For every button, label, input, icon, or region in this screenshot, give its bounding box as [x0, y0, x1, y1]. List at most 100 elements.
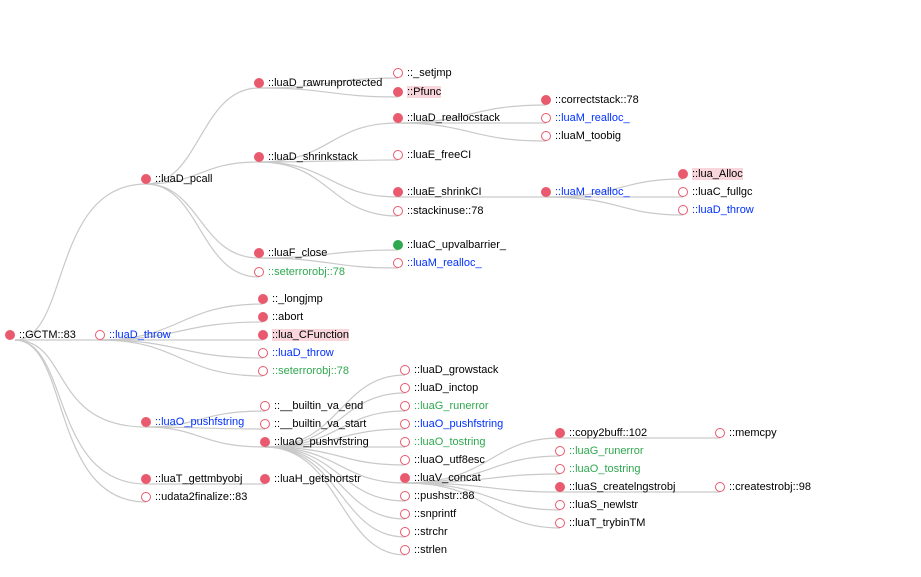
- tree-node[interactable]: ::luaD_throw: [95, 329, 171, 341]
- tree-node[interactable]: ::luaC_fullgc: [678, 186, 753, 198]
- node-label: ::lua_CFunction: [272, 329, 349, 341]
- node-label: ::_longjmp: [272, 293, 323, 305]
- node-label: ::luaH_getshortstr: [274, 473, 361, 485]
- node-dot: [393, 187, 403, 197]
- tree-node[interactable]: ::luaT_gettmbyobj: [141, 473, 242, 485]
- tree-node[interactable]: ::luaD_rawrunprotected: [254, 77, 382, 89]
- node-label: ::luaD_reallocstack: [407, 112, 500, 124]
- tree-node[interactable]: ::luaD_shrinkstack: [254, 151, 358, 163]
- tree-node[interactable]: ::_longjmp: [258, 293, 323, 305]
- tree-node[interactable]: ::seterrorobj::78: [258, 365, 349, 377]
- tree-node[interactable]: ::luaE_freeCI: [393, 149, 471, 161]
- tree-node[interactable]: ::luaM_realloc_: [541, 112, 630, 124]
- node-dot: [400, 419, 410, 429]
- node-dot: [393, 68, 403, 78]
- node-label: ::luaC_fullgc: [692, 186, 753, 198]
- tree-node[interactable]: ::luaG_runerror: [400, 400, 489, 412]
- tree-node[interactable]: ::luaO_utf8esc: [400, 454, 485, 466]
- node-label: ::strchr: [414, 526, 448, 538]
- node-label: ::copy2buff::102: [569, 427, 647, 439]
- tree-node[interactable]: ::pushstr::88: [400, 490, 475, 502]
- tree-node[interactable]: ::luaO_pushfstring: [141, 416, 244, 428]
- tree-node[interactable]: ::luaO_pushfstring: [400, 418, 503, 430]
- tree-node[interactable]: ::luaO_tostring: [555, 463, 641, 475]
- node-label: ::correctstack::78: [555, 94, 639, 106]
- tree-node[interactable]: ::GCTM::83: [5, 329, 76, 341]
- tree-node[interactable]: ::createstrobj::98: [715, 481, 811, 493]
- node-label: ::GCTM::83: [19, 329, 76, 341]
- tree-node[interactable]: ::luaD_inctop: [400, 382, 478, 394]
- tree-node[interactable]: ::luaE_shrinkCI: [393, 186, 482, 198]
- node-dot: [260, 437, 270, 447]
- tree-node[interactable]: ::luaD_growstack: [400, 364, 498, 376]
- tree-node[interactable]: ::seterrorobj::78: [254, 266, 345, 278]
- tree-node[interactable]: ::snprintf: [400, 508, 456, 520]
- node-label: ::luaO_tostring: [569, 463, 641, 475]
- tree-node[interactable]: ::luaS_createlngstrobj: [555, 481, 675, 493]
- tree-node[interactable]: ::strchr: [400, 526, 448, 538]
- tree-node[interactable]: ::luaD_throw: [258, 347, 334, 359]
- tree-node[interactable]: ::luaD_pcall: [141, 173, 212, 185]
- node-label: ::__builtin_va_end: [274, 400, 363, 412]
- tree-node[interactable]: ::__builtin_va_end: [260, 400, 363, 412]
- tree-node[interactable]: ::abort: [258, 311, 303, 323]
- tree-node[interactable]: ::Pfunc: [393, 86, 441, 98]
- node-dot: [555, 518, 565, 528]
- node-label: ::luaS_createlngstrobj: [569, 481, 675, 493]
- tree-node[interactable]: ::luaD_throw: [678, 204, 754, 216]
- tree-node[interactable]: ::udata2finalize::83: [141, 491, 247, 503]
- tree-node[interactable]: ::lua_CFunction: [258, 329, 349, 341]
- node-label: ::udata2finalize::83: [155, 491, 247, 503]
- node-label: ::createstrobj::98: [729, 481, 811, 493]
- tree-node[interactable]: ::luaM_realloc_: [541, 186, 630, 198]
- tree-node[interactable]: ::__builtin_va_start: [260, 418, 366, 430]
- tree-node[interactable]: ::copy2buff::102: [555, 427, 647, 439]
- node-label: ::luaM_realloc_: [407, 257, 482, 269]
- node-dot: [393, 240, 403, 250]
- node-dot: [254, 267, 264, 277]
- tree-node[interactable]: ::luaS_newlstr: [555, 499, 638, 511]
- node-dot: [541, 95, 551, 105]
- node-dot: [555, 446, 565, 456]
- tree-node[interactable]: ::stackinuse::78: [393, 205, 483, 217]
- node-dot: [254, 152, 264, 162]
- node-dot: [400, 509, 410, 519]
- tree-node[interactable]: ::_setjmp: [393, 67, 452, 79]
- tree-node[interactable]: ::lua_Alloc: [678, 168, 743, 180]
- node-dot: [400, 401, 410, 411]
- tree-node[interactable]: ::luaO_tostring: [400, 436, 486, 448]
- node-label: ::pushstr::88: [414, 490, 475, 502]
- node-dot: [393, 206, 403, 216]
- node-label: ::luaT_gettmbyobj: [155, 473, 242, 485]
- node-label: ::luaD_pcall: [155, 173, 212, 185]
- node-label: ::stackinuse::78: [407, 205, 483, 217]
- tree-node[interactable]: ::strlen: [400, 544, 447, 556]
- node-dot: [258, 330, 268, 340]
- node-dot: [141, 492, 151, 502]
- node-label: ::luaG_runerror: [569, 445, 644, 457]
- tree-node[interactable]: ::luaO_pushvfstring: [260, 436, 369, 448]
- tree-node[interactable]: ::luaV_concat: [400, 472, 481, 484]
- tree-node[interactable]: ::luaM_realloc_: [393, 257, 482, 269]
- node-label: ::seterrorobj::78: [268, 266, 345, 278]
- node-dot: [258, 312, 268, 322]
- node-label: ::luaF_close: [268, 247, 327, 259]
- node-dot: [541, 113, 551, 123]
- tree-node[interactable]: ::luaM_toobig: [541, 130, 621, 142]
- tree-node[interactable]: ::luaG_runerror: [555, 445, 644, 457]
- node-dot: [260, 419, 270, 429]
- node-label: ::abort: [272, 311, 303, 323]
- tree-node[interactable]: ::memcpy: [715, 427, 777, 439]
- tree-node[interactable]: ::correctstack::78: [541, 94, 639, 106]
- tree-node[interactable]: ::luaT_trybinTM: [555, 517, 645, 529]
- node-dot: [715, 428, 725, 438]
- tree-node[interactable]: ::luaC_upvalbarrier_: [393, 239, 506, 251]
- node-label: ::luaD_rawrunprotected: [268, 77, 382, 89]
- node-dot: [400, 383, 410, 393]
- node-dot: [141, 417, 151, 427]
- tree-node[interactable]: ::luaD_reallocstack: [393, 112, 500, 124]
- node-label: ::luaO_tostring: [414, 436, 486, 448]
- tree-node[interactable]: ::luaF_close: [254, 247, 327, 259]
- node-dot: [400, 473, 410, 483]
- tree-node[interactable]: ::luaH_getshortstr: [260, 473, 361, 485]
